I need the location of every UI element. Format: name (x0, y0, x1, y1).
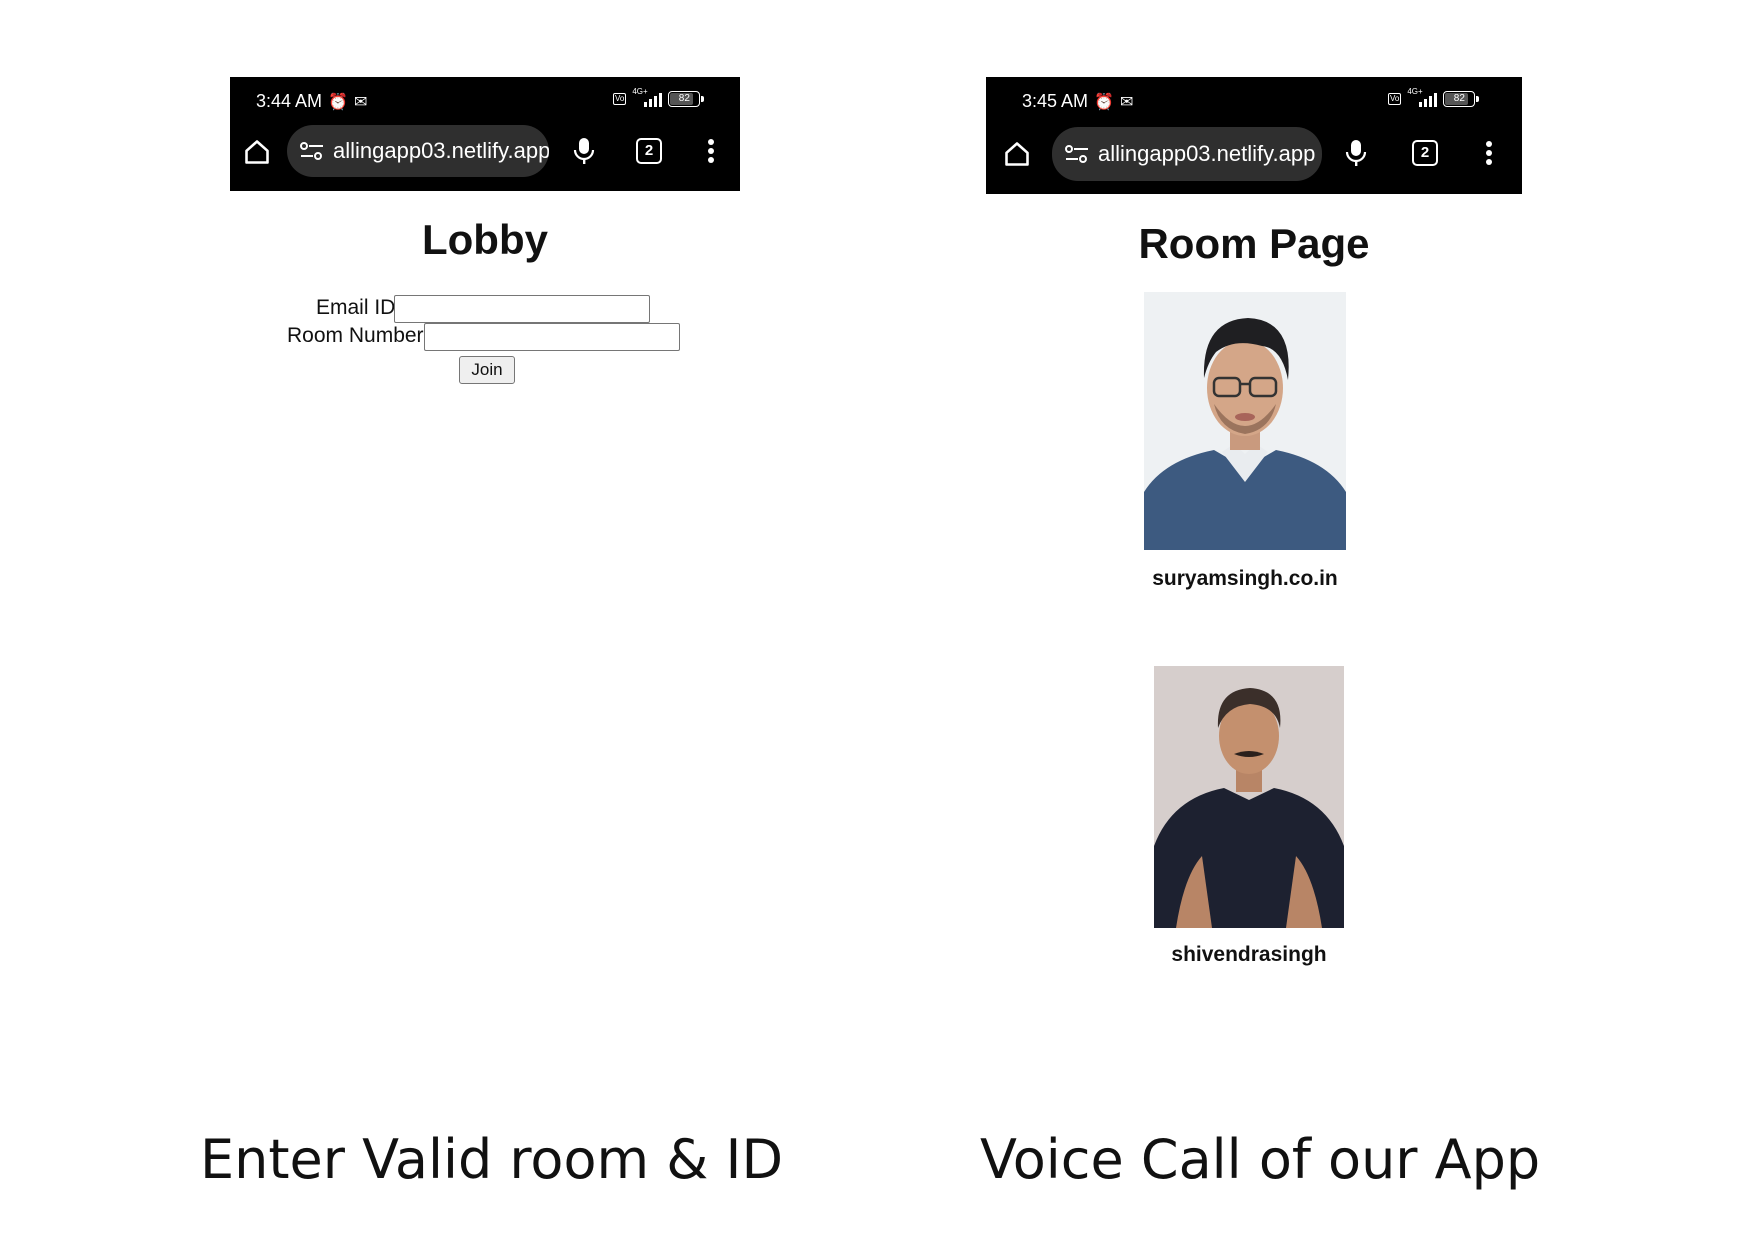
participant-video-1 (1144, 292, 1346, 550)
person-avatar-illustration (1144, 292, 1346, 550)
join-button[interactable]: Join (459, 356, 515, 384)
gmail-icon: ✉ (353, 94, 368, 111)
more-vert-icon (1486, 141, 1492, 165)
browser-chrome-room: 3:45 AM ⏰ ✉ Vo 4G+ 82 allingapp03.netlify.… (986, 77, 1522, 194)
status-bar-time: 3:45 AM ⏰ ✉ (1022, 91, 1133, 112)
site-settings-icon[interactable] (299, 141, 325, 161)
volte-icon: Vo (613, 93, 627, 105)
status-bar-right: Vo 4G+ 82 (1388, 87, 1480, 107)
clock-text: 3:45 AM (1022, 91, 1089, 111)
clock-text: 3:44 AM (256, 91, 323, 111)
alarm-icon: ⏰ (328, 94, 348, 111)
tab-switcher-button[interactable]: 2 (629, 133, 669, 169)
browser-chrome-lobby: 3:44 AM ⏰ ✉ Vo 4G+ 82 allingapp03.netlify.… (230, 77, 740, 191)
voice-search-button[interactable] (566, 133, 602, 169)
signal-icon: 4G+ (632, 87, 663, 107)
signal-icon: 4G+ (1407, 87, 1438, 107)
volte-icon: Vo (1388, 93, 1402, 105)
room-number-field[interactable] (424, 323, 680, 351)
address-bar[interactable]: allingapp03.netlify.app (1052, 127, 1322, 181)
address-bar[interactable]: allingapp03.netlify.app (287, 125, 549, 177)
page-title-lobby: Lobby (422, 216, 548, 263)
participant-video-2 (1154, 666, 1344, 928)
participant-name-1: suryamsingh.co.in (1152, 567, 1338, 590)
alarm-icon: ⏰ (1094, 94, 1114, 111)
tab-switcher-button[interactable]: 2 (1405, 135, 1445, 171)
battery-level: 82 (678, 93, 690, 104)
caption-lobby: Enter Valid room & ID (200, 1128, 784, 1191)
url-text: allingapp03.netlify.app (333, 138, 549, 163)
overflow-menu-button[interactable] (1474, 135, 1504, 171)
tab-count: 2 (636, 138, 662, 164)
site-settings-icon[interactable] (1064, 144, 1090, 164)
person-avatar-illustration (1154, 666, 1344, 928)
overflow-menu-button[interactable] (696, 133, 726, 169)
microphone-icon (573, 138, 595, 164)
room-number-label: Room Number (287, 324, 424, 347)
battery-icon: 82 (668, 91, 705, 107)
gmail-icon: ✉ (1119, 94, 1134, 111)
email-label: Email ID (316, 296, 396, 319)
microphone-icon (1345, 140, 1367, 166)
home-icon (1005, 142, 1029, 166)
battery-level: 82 (1453, 93, 1465, 104)
tab-count: 2 (1412, 140, 1438, 166)
status-bar-right: Vo 4G+ 82 (613, 87, 705, 107)
home-icon (245, 140, 269, 164)
url-text: allingapp03.netlify.app (1098, 141, 1316, 166)
email-field[interactable] (394, 295, 650, 323)
home-button[interactable] (1000, 137, 1034, 171)
voice-search-button[interactable] (1338, 135, 1374, 171)
status-bar-time: 3:44 AM ⏰ ✉ (256, 91, 367, 112)
home-button[interactable] (240, 135, 274, 169)
battery-icon: 82 (1443, 91, 1480, 107)
page-title-room: Room Page (1138, 220, 1370, 267)
caption-room: Voice Call of our App (980, 1128, 1541, 1191)
more-vert-icon (708, 139, 714, 163)
participant-name-2: shivendrasingh (1171, 943, 1327, 966)
